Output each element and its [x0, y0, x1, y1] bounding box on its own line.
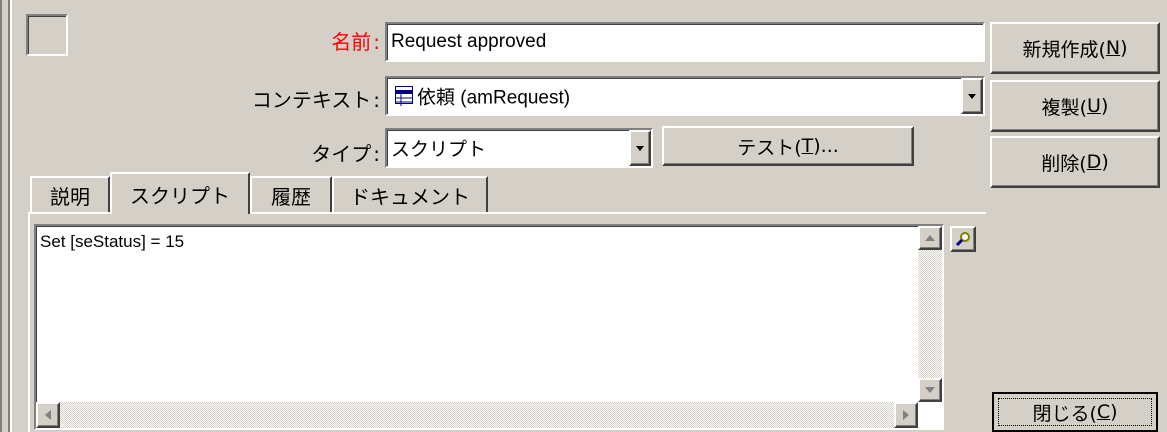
- tab-script-label: スクリプト: [130, 183, 230, 208]
- window-left-edge-highlight: [10, 0, 12, 432]
- type-select-value: スクリプト: [391, 139, 487, 161]
- tab-documents[interactable]: ドキュメント: [332, 176, 488, 212]
- chevron-down-icon: [968, 93, 976, 99]
- duplicate-button-suffix: ): [1100, 95, 1109, 117]
- tab-description-label: 説明: [50, 184, 90, 209]
- magnifier-icon: [955, 232, 970, 247]
- chevron-down-icon: [636, 145, 644, 151]
- horizontal-scrollbar[interactable]: [36, 402, 918, 428]
- test-button[interactable]: テスト(T)...: [662, 126, 914, 166]
- tab-documents-label: ドキュメント: [350, 184, 470, 209]
- context-select[interactable]: 依頼 (amRequest): [385, 76, 985, 116]
- context-dropdown-button[interactable]: [961, 78, 983, 114]
- type-dropdown-button[interactable]: [629, 130, 651, 166]
- new-button-label: 新規作成(: [1022, 38, 1106, 61]
- arrow-left-icon: [45, 410, 51, 420]
- close-button-focus: [998, 398, 1152, 426]
- test-button-label: テスト(: [737, 136, 802, 159]
- delete-button-hotkey: D: [1086, 151, 1102, 173]
- arrow-up-icon: [925, 235, 935, 241]
- delete-button[interactable]: 削除(D): [990, 136, 1160, 188]
- table-icon: [395, 86, 413, 106]
- type-select[interactable]: スクリプト: [385, 128, 653, 168]
- arrow-right-icon: [903, 410, 909, 420]
- name-field[interactable]: Request approved: [385, 22, 985, 62]
- zoom-button[interactable]: [950, 226, 976, 252]
- record-image-box[interactable]: [26, 14, 68, 56]
- delete-button-label: 削除(: [1041, 152, 1087, 175]
- duplicate-button[interactable]: 複製(U): [990, 80, 1160, 132]
- script-editor-text: Set [seStatus] = 15: [40, 232, 185, 251]
- window-left-edge: [0, 0, 2, 432]
- new-button[interactable]: 新規作成(N): [990, 22, 1160, 74]
- tab-history[interactable]: 履歴: [250, 176, 332, 212]
- vertical-scrollbar[interactable]: [918, 226, 942, 402]
- context-label: コンテキスト:: [251, 88, 380, 112]
- name-field-value: Request approved: [391, 31, 547, 52]
- new-button-suffix: ): [1120, 37, 1128, 59]
- tab-history-label: 履歴: [271, 184, 311, 209]
- context-select-value: 依頼 (amRequest): [417, 87, 571, 109]
- tab-description[interactable]: 説明: [30, 176, 110, 212]
- scroll-down-button[interactable]: [918, 378, 942, 402]
- test-button-hotkey: T: [801, 135, 814, 157]
- tab-script[interactable]: スクリプト: [110, 172, 250, 214]
- duplicate-button-label: 複製(: [1041, 96, 1088, 119]
- test-button-suffix: )...: [813, 135, 839, 157]
- duplicate-button-hotkey: U: [1087, 95, 1101, 117]
- name-label: 名前:: [331, 30, 380, 54]
- scroll-left-button[interactable]: [36, 402, 60, 428]
- new-button-hotkey: N: [1105, 37, 1121, 59]
- scroll-right-button[interactable]: [894, 402, 918, 428]
- close-button[interactable]: 閉じる(C): [992, 392, 1158, 432]
- scroll-up-button[interactable]: [918, 226, 942, 250]
- type-label: タイプ:: [311, 142, 380, 166]
- script-editor[interactable]: Set [seStatus] = 15: [34, 224, 944, 430]
- arrow-down-icon: [925, 387, 935, 393]
- delete-button-suffix: ): [1101, 151, 1109, 173]
